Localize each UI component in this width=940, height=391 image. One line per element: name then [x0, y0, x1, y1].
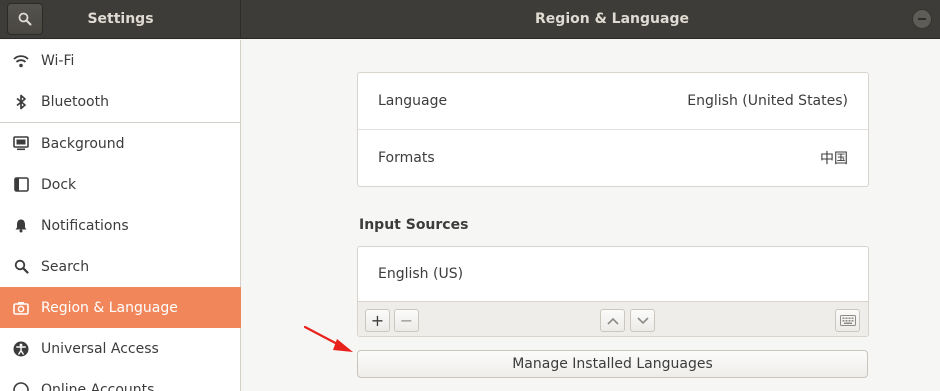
- sidebar-title: Settings: [87, 11, 154, 27]
- search-icon: [13, 259, 29, 275]
- background-icon: [13, 136, 29, 152]
- annotation-arrow-icon: [303, 325, 353, 352]
- sidebar-item-background[interactable]: Background: [0, 123, 241, 164]
- sidebar-item-label: Dock: [41, 176, 77, 193]
- header-bar: Settings Region & Language: [0, 0, 940, 39]
- sidebar-item-bluetooth[interactable]: Bluetooth: [0, 81, 241, 122]
- sidebar-item-label: Region & Language: [41, 299, 178, 316]
- sidebar-item-dock[interactable]: Dock: [0, 164, 241, 205]
- sidebar-item-label: Bluetooth: [41, 93, 109, 110]
- sidebar: Wi-Fi Bluetooth Background Dock Notifica…: [0, 40, 241, 391]
- bell-icon: [13, 218, 29, 234]
- input-source-label: English (US): [378, 266, 464, 282]
- language-label: Language: [378, 93, 448, 109]
- language-row[interactable]: Language English (United States): [358, 73, 868, 129]
- sidebar-item-label: Search: [41, 258, 90, 275]
- remove-input-source-button[interactable]: −: [394, 309, 419, 332]
- page-title: Region & Language: [535, 11, 689, 27]
- formats-label: Formats: [378, 150, 435, 166]
- search-button[interactable]: [7, 3, 43, 35]
- language-formats-card: Language English (United States) Formats…: [357, 72, 869, 187]
- camera-icon: [13, 300, 29, 316]
- sidebar-item-label: Wi-Fi: [41, 52, 75, 69]
- chevron-down-icon: [636, 316, 649, 324]
- sidebar-item-notifications[interactable]: Notifications: [0, 205, 241, 246]
- sidebar-item-universal-access[interactable]: Universal Access: [0, 328, 241, 369]
- sidebar-header: Settings: [0, 0, 241, 39]
- minimize-button[interactable]: [912, 9, 932, 29]
- wifi-icon: [13, 53, 29, 69]
- minimize-icon: [918, 18, 926, 20]
- input-sources-list: English (US) + −: [357, 246, 869, 337]
- chevron-up-icon: [606, 317, 619, 325]
- formats-row[interactable]: Formats 中国: [358, 130, 868, 186]
- sidebar-item-label: Online Accounts: [41, 381, 155, 391]
- sidebar-item-label: Notifications: [41, 217, 129, 234]
- dock-icon: [13, 177, 29, 193]
- input-source-item[interactable]: English (US): [358, 247, 868, 301]
- bluetooth-icon: [13, 94, 29, 110]
- move-up-button[interactable]: [600, 309, 625, 332]
- sidebar-item-online-accounts[interactable]: Online Accounts: [0, 369, 241, 391]
- sidebar-item-search[interactable]: Search: [0, 246, 241, 287]
- input-sources-title: Input Sources: [359, 217, 469, 233]
- search-icon: [18, 12, 32, 26]
- sidebar-item-label: Background: [41, 135, 125, 152]
- keyboard-icon: [839, 315, 856, 326]
- accounts-icon: [13, 381, 29, 391]
- manage-installed-languages-button[interactable]: Manage Installed Languages: [357, 350, 868, 378]
- keyboard-layout-button[interactable]: [835, 309, 860, 332]
- move-down-button[interactable]: [630, 309, 655, 332]
- add-input-source-button[interactable]: +: [365, 309, 390, 332]
- plus-icon: +: [370, 310, 385, 330]
- minus-icon: −: [399, 310, 414, 330]
- sidebar-item-wifi[interactable]: Wi-Fi: [0, 40, 241, 81]
- language-value: English (United States): [687, 93, 848, 109]
- sidebar-item-region-language[interactable]: Region & Language: [0, 287, 241, 328]
- accessibility-icon: [13, 341, 29, 357]
- sidebar-item-label: Universal Access: [41, 340, 159, 357]
- formats-value: 中国: [820, 151, 848, 167]
- input-sources-toolbar: + −: [358, 301, 868, 336]
